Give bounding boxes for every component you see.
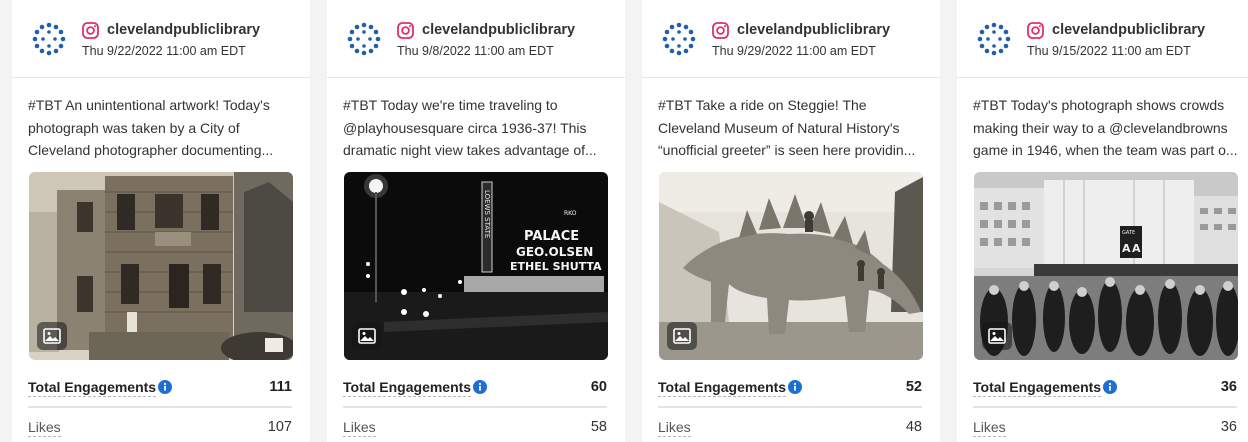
total-engagements-row: Total Engagements 36 xyxy=(973,379,1237,403)
likes-label[interactable]: Likes xyxy=(343,419,376,437)
info-icon[interactable] xyxy=(158,380,172,394)
likes-row: Likes 36 xyxy=(973,419,1237,442)
likes-row: Likes 58 xyxy=(343,419,607,442)
likes-row: Likes 107 xyxy=(28,419,292,442)
image-icon xyxy=(988,328,1006,344)
total-engagements-label[interactable]: Total Engagements xyxy=(343,379,472,397)
post-photo[interactable] xyxy=(29,172,293,360)
total-engagements-value: 111 xyxy=(269,379,292,395)
likes-value: 107 xyxy=(267,419,292,435)
info-icon[interactable] xyxy=(1103,380,1117,394)
account-name[interactable]: clevelandpubliclibrary xyxy=(1052,22,1205,38)
instagram-icon xyxy=(712,22,729,39)
info-icon[interactable] xyxy=(788,380,802,394)
info-icon[interactable] xyxy=(473,380,487,394)
likes-label[interactable]: Likes xyxy=(658,419,691,437)
caption-line: game in 1946, when the team was part o..… xyxy=(973,142,1238,158)
post-card[interactable]: clevelandpubliclibrary Thu 9/15/2022 11:… xyxy=(957,0,1248,442)
caption-line: Cleveland photographer documenting... xyxy=(28,142,274,158)
total-engagements-row: Total Engagements 52 xyxy=(658,379,922,403)
post-date: Thu 9/29/2022 11:00 am EDT xyxy=(712,44,876,58)
image-icon xyxy=(358,328,376,344)
post-photo[interactable] xyxy=(659,172,923,360)
account-name[interactable]: clevelandpubliclibrary xyxy=(737,22,890,38)
photo-sign-text: A xyxy=(1132,242,1141,255)
photo-sign-text: GATE xyxy=(1122,230,1135,236)
caption-line: #TBT Today we're time traveling to xyxy=(343,97,558,113)
post-header: clevelandpubliclibrary Thu 9/29/2022 11:… xyxy=(642,0,940,78)
caption-line: making their way to a @clevelandbrowns xyxy=(973,119,1228,136)
caption-line: dramatic night view takes advantage of..… xyxy=(343,142,597,158)
library-logo-icon[interactable] xyxy=(32,22,66,56)
photo-sign-text: GEO.OLSEN xyxy=(516,245,593,259)
photo-sign-text: PALACE xyxy=(524,229,579,244)
photo-sign-text: RKO xyxy=(564,210,577,217)
total-engagements-value: 52 xyxy=(905,379,922,395)
post-date: Thu 9/22/2022 11:00 am EDT xyxy=(82,44,246,58)
theater-night-photo: LOEWS STATE RKO PALACE GEO.OLSEN ETHEL S… xyxy=(344,172,608,360)
image-badge xyxy=(37,322,67,350)
image-badge xyxy=(667,322,697,350)
stegosaurus-photo xyxy=(659,172,923,360)
photo-sign-text: LOEWS STATE xyxy=(483,190,491,238)
caption-line: @playhousesquare circa 1936-37! This xyxy=(343,119,587,136)
post-card[interactable]: clevelandpubliclibrary Thu 9/8/2022 11:0… xyxy=(327,0,625,442)
instagram-icon xyxy=(82,22,99,39)
account-name[interactable]: clevelandpubliclibrary xyxy=(107,22,260,38)
caption-line: Cleveland Museum of Natural History's xyxy=(658,119,900,136)
image-badge xyxy=(982,322,1012,350)
stadium-crowd-photo: GATE A A xyxy=(974,172,1238,360)
likes-row: Likes 48 xyxy=(658,419,922,442)
post-photo[interactable]: GATE A A xyxy=(974,172,1238,360)
photo-sign-text: ETHEL SHUTTA xyxy=(510,260,602,273)
post-caption[interactable]: #TBT Today we're time traveling to @play… xyxy=(343,94,611,162)
image-icon xyxy=(673,328,691,344)
caption-line: #TBT Today's photograph shows crowds xyxy=(973,97,1225,113)
metric-divider xyxy=(973,406,1237,408)
caption-line: “unofficial greeter” is seen here provid… xyxy=(658,142,916,158)
metric-divider xyxy=(343,406,607,408)
total-engagements-value: 60 xyxy=(590,379,607,395)
post-card[interactable]: clevelandpubliclibrary Thu 9/22/2022 11:… xyxy=(12,0,310,442)
post-caption[interactable]: #TBT An unintentional artwork! Today's p… xyxy=(28,94,296,162)
likes-value: 36 xyxy=(1220,419,1237,435)
total-engagements-label[interactable]: Total Engagements xyxy=(28,379,157,397)
library-logo-icon[interactable] xyxy=(662,22,696,56)
post-date: Thu 9/8/2022 11:00 am EDT xyxy=(397,44,554,58)
caption-line: photograph was taken by a City of xyxy=(28,119,240,136)
post-header: clevelandpubliclibrary Thu 9/8/2022 11:0… xyxy=(327,0,625,78)
total-engagements-label[interactable]: Total Engagements xyxy=(658,379,787,397)
post-date: Thu 9/15/2022 11:00 am EDT xyxy=(1027,44,1191,58)
photo-sign-text: A xyxy=(1122,242,1131,255)
library-logo-icon[interactable] xyxy=(347,22,381,56)
post-header: clevelandpubliclibrary Thu 9/15/2022 11:… xyxy=(957,0,1248,78)
image-badge xyxy=(352,322,382,350)
likes-value: 58 xyxy=(590,419,607,435)
metric-divider xyxy=(658,406,922,408)
likes-value: 48 xyxy=(905,419,922,435)
total-engagements-value: 36 xyxy=(1220,379,1237,395)
house-photo xyxy=(29,172,293,360)
metric-divider xyxy=(28,406,292,408)
total-engagements-row: Total Engagements 60 xyxy=(343,379,607,403)
total-engagements-row: Total Engagements 111 xyxy=(28,379,292,403)
post-caption[interactable]: #TBT Take a ride on Steggie! The Clevela… xyxy=(658,94,926,162)
total-engagements-label[interactable]: Total Engagements xyxy=(973,379,1102,397)
caption-line: #TBT Take a ride on Steggie! The xyxy=(658,97,867,113)
post-header: clevelandpubliclibrary Thu 9/22/2022 11:… xyxy=(12,0,310,78)
post-photo[interactable]: LOEWS STATE RKO PALACE GEO.OLSEN ETHEL S… xyxy=(344,172,608,360)
post-card[interactable]: clevelandpubliclibrary Thu 9/29/2022 11:… xyxy=(642,0,940,442)
instagram-icon xyxy=(1027,22,1044,39)
image-icon xyxy=(43,328,61,344)
likes-label[interactable]: Likes xyxy=(973,419,1006,437)
caption-line: #TBT An unintentional artwork! Today's xyxy=(28,97,270,113)
library-logo-icon[interactable] xyxy=(977,22,1011,56)
instagram-icon xyxy=(397,22,414,39)
likes-label[interactable]: Likes xyxy=(28,419,61,437)
account-name[interactable]: clevelandpubliclibrary xyxy=(422,22,575,38)
post-cards-row: clevelandpubliclibrary Thu 9/22/2022 11:… xyxy=(0,0,1248,442)
post-caption[interactable]: #TBT Today's photograph shows crowds mak… xyxy=(973,94,1241,162)
